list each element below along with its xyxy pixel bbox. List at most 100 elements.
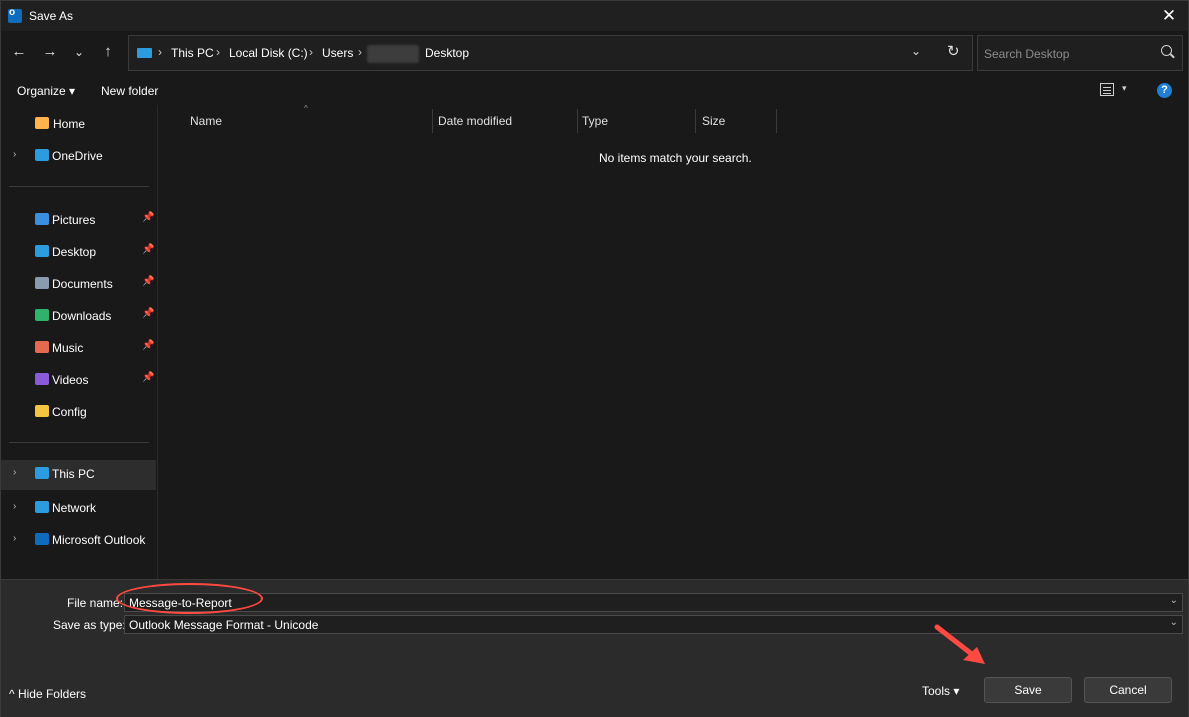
downloads-icon — [35, 309, 49, 321]
address-dropdown-button[interactable]: ⌄ — [911, 44, 921, 58]
outlook-icon — [35, 533, 49, 545]
onedrive-icon — [35, 149, 49, 161]
this-pc-icon — [137, 48, 152, 58]
save-as-dialog: Save As ✕ ← → ⌄ ↑ › This PC › Local Disk… — [0, 0, 1189, 717]
pin-icon: 📌 — [142, 212, 155, 223]
refresh-button[interactable]: ↻ — [947, 42, 960, 60]
column-header-size[interactable]: Size — [702, 114, 725, 128]
breadcrumb-this-pc[interactable]: This PC — [171, 46, 214, 60]
search-box[interactable] — [977, 35, 1183, 71]
nav-item-label: This PC — [52, 467, 95, 481]
breadcrumb-separator: › — [358, 45, 362, 59]
column-divider[interactable] — [776, 109, 777, 133]
nav-item-music[interactable]: Music 📌 — [1, 334, 156, 362]
save-as-type-value[interactable]: Outlook Message Format - Unicode — [129, 618, 318, 632]
nav-item-videos[interactable]: Videos 📌 — [1, 366, 156, 394]
save-button[interactable]: Save — [984, 677, 1072, 703]
chevron-down-icon[interactable]: ⌄ — [1170, 595, 1178, 606]
nav-item-config[interactable]: Config — [1, 398, 156, 426]
nav-item-label: Music — [52, 341, 84, 355]
breadcrumb-local-disk[interactable]: Local Disk (C:) — [229, 46, 308, 60]
nav-item-label: Documents — [52, 277, 113, 291]
column-header-date-modified[interactable]: Date modified — [438, 114, 512, 128]
nav-item-label: Pictures — [52, 213, 96, 227]
chevron-right-icon[interactable]: › — [13, 533, 16, 544]
hide-folders-button[interactable]: ^ Hide Folders — [9, 687, 86, 701]
file-list[interactable]: Name ^ Date modified Type Size No items … — [159, 104, 1188, 579]
nav-item-pictures[interactable]: Pictures 📌 — [1, 206, 156, 234]
view-dropdown-icon[interactable]: ▾ — [1122, 83, 1127, 94]
pin-icon: 📌 — [142, 372, 155, 383]
close-button[interactable]: ✕ — [1150, 1, 1188, 31]
nav-divider — [9, 442, 149, 443]
column-divider[interactable] — [577, 109, 578, 133]
nav-item-onedrive[interactable]: › OneDrive — [1, 142, 156, 170]
annotation-highlight-ring — [116, 583, 263, 614]
nav-item-label: Microsoft Outlook — [52, 533, 146, 547]
pin-icon: 📌 — [142, 276, 155, 287]
file-name-field[interactable]: Message-to-Report ⌄ — [124, 593, 1183, 612]
column-header-name[interactable]: Name — [190, 114, 222, 128]
documents-icon — [35, 277, 49, 289]
address-bar[interactable]: › This PC › Local Disk (C:) › Users › De… — [128, 35, 973, 71]
pin-icon: 📌 — [142, 308, 155, 319]
folder-icon — [35, 405, 49, 417]
nav-item-label: Home — [53, 117, 86, 131]
view-options-icon[interactable] — [1100, 83, 1114, 96]
search-icon[interactable] — [1161, 45, 1172, 56]
navigation-pane: Home › OneDrive Pictures 📌 Desktop 📌 Doc… — [1, 105, 158, 579]
nav-item-downloads[interactable]: Downloads 📌 — [1, 302, 156, 330]
redacted-username — [367, 45, 419, 63]
nav-item-label: Network — [52, 501, 97, 515]
nav-item-microsoft-outlook[interactable]: › Microsoft Outlook — [1, 526, 156, 554]
recent-locations-button[interactable]: ⌄ — [68, 41, 90, 63]
window-title: Save As — [29, 9, 74, 23]
breadcrumb-separator: › — [309, 45, 313, 59]
pin-icon: 📌 — [142, 340, 155, 351]
new-folder-button[interactable]: New folder — [101, 84, 158, 98]
outlook-app-icon — [8, 7, 22, 23]
save-as-type-select[interactable]: Outlook Message Format - Unicode ⌄ — [124, 615, 1183, 634]
nav-item-network[interactable]: › Network — [1, 494, 156, 522]
nav-item-label: Downloads — [52, 309, 112, 323]
nav-item-home[interactable]: Home — [1, 110, 156, 138]
home-icon — [35, 117, 49, 129]
command-bar: Organize ▾ New folder ▾ ? — [1, 77, 1188, 105]
desktop-icon — [35, 245, 49, 257]
chevron-right-icon[interactable]: › — [13, 467, 16, 478]
title-bar: Save As ✕ — [1, 1, 1188, 31]
nav-item-label: OneDrive — [52, 149, 103, 163]
column-header-type[interactable]: Type — [582, 114, 608, 128]
chevron-right-icon[interactable]: › — [13, 149, 16, 160]
forward-button[interactable]: → — [39, 41, 61, 63]
cancel-button[interactable]: Cancel — [1084, 677, 1172, 703]
nav-item-desktop[interactable]: Desktop 📌 — [1, 238, 156, 266]
back-button[interactable]: ← — [8, 41, 30, 63]
organize-button[interactable]: Organize ▾ — [17, 84, 75, 98]
column-divider[interactable] — [432, 109, 433, 133]
nav-item-this-pc[interactable]: › This PC — [1, 460, 156, 490]
help-icon[interactable]: ? — [1157, 83, 1172, 98]
column-divider[interactable] — [695, 109, 696, 133]
empty-folder-message: No items match your search. — [599, 151, 752, 165]
breadcrumb-users[interactable]: Users — [322, 46, 353, 60]
chevron-down-icon[interactable]: ⌄ — [1170, 617, 1178, 628]
search-input[interactable] — [984, 45, 1154, 63]
music-icon — [35, 341, 49, 353]
nav-item-label: Desktop — [52, 245, 97, 259]
pictures-icon — [35, 213, 49, 225]
breadcrumb-desktop[interactable]: Desktop — [425, 46, 469, 60]
up-button[interactable]: ↑ — [97, 41, 119, 63]
file-name-label: File name: — [67, 596, 124, 610]
pin-icon: 📌 — [142, 244, 155, 255]
videos-icon — [35, 373, 49, 385]
chevron-right-icon[interactable]: › — [13, 501, 16, 512]
nav-item-label: Config — [52, 405, 87, 419]
nav-item-documents[interactable]: Documents 📌 — [1, 270, 156, 298]
breadcrumb-separator: › — [158, 45, 162, 59]
sort-ascending-icon: ^ — [304, 104, 308, 113]
nav-divider — [9, 186, 149, 187]
save-as-type-label: Save as type: — [53, 618, 126, 632]
annotation-arrow-icon — [934, 624, 985, 664]
tools-button[interactable]: Tools ▾ — [922, 684, 959, 698]
